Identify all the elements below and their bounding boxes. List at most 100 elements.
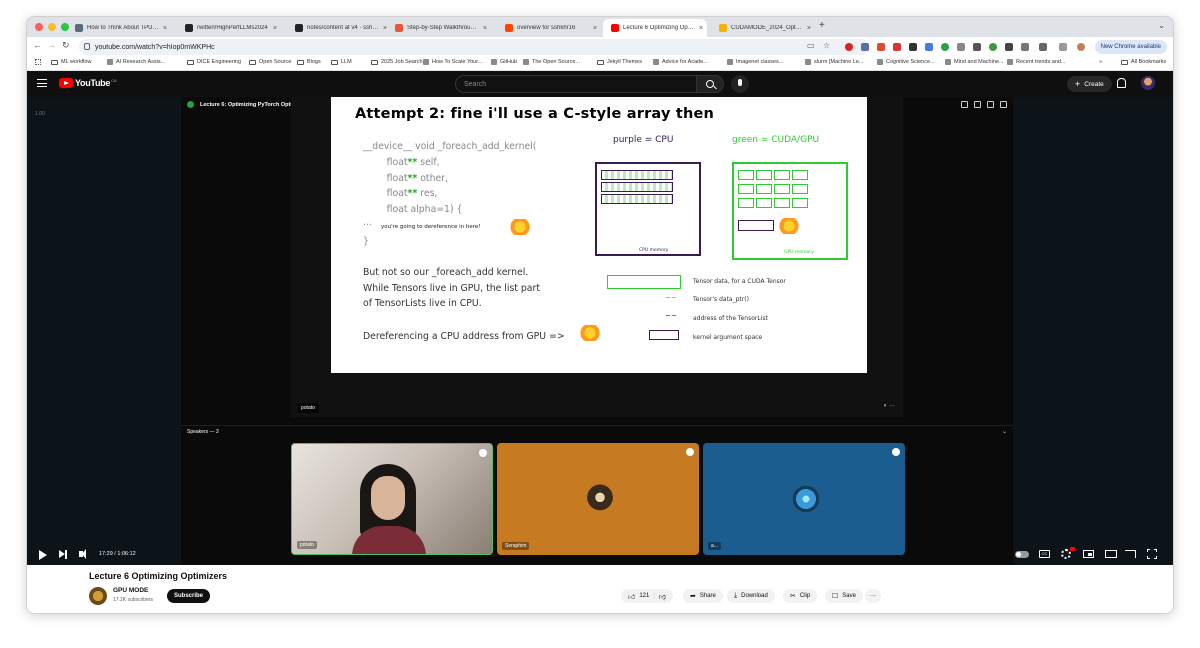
bookmark-folder[interactable]: Open Source — [249, 59, 291, 65]
thumbs-down-icon[interactable]: 👎︎ — [659, 592, 666, 601]
download-button[interactable]: ⤓ Download — [727, 589, 775, 603]
close-tab-icon[interactable]: × — [807, 25, 811, 32]
browser-tab[interactable]: notes/content at v4 · sshkhr × — [287, 19, 391, 37]
bookmark-link[interactable]: Imagenet classes... — [727, 59, 783, 65]
hamburger-menu-icon[interactable] — [37, 79, 47, 87]
settings-gear-icon[interactable] — [1061, 547, 1075, 559]
bookmark-link[interactable]: How To Scale Your... — [423, 59, 482, 65]
bookmark-folder[interactable]: LLM — [331, 59, 352, 65]
extension-icon[interactable] — [909, 43, 917, 51]
media-controls-icon[interactable] — [1059, 43, 1067, 51]
browser-tab[interactable]: CUDAMODE_2024_Optimiz × — [711, 19, 815, 37]
youtube-logo[interactable]: YouTube CA — [59, 78, 117, 88]
extension-icon[interactable] — [1005, 43, 1013, 51]
video-player[interactable]: 1.00 Lecture 6: Optimizing PyTorch Optim… — [27, 97, 1173, 613]
bookmark-link[interactable]: Cognitive Science... — [877, 59, 935, 65]
search-icon[interactable] — [696, 75, 724, 93]
apps-grid-icon[interactable] — [35, 59, 44, 65]
bookmarks-overflow-chevron-icon[interactable]: » — [1099, 59, 1102, 65]
extension-icon[interactable] — [973, 43, 981, 51]
close-tab-icon[interactable]: × — [483, 25, 487, 32]
next-icon[interactable] — [59, 549, 67, 559]
captions-icon[interactable]: CC — [1039, 550, 1050, 558]
extension-icon[interactable] — [925, 43, 933, 51]
bookmark-folder[interactable]: DICE Engineering — [187, 59, 241, 65]
autoplay-toggle[interactable] — [1015, 551, 1029, 558]
new-tab-button[interactable]: + — [819, 20, 825, 31]
extension-icon[interactable] — [893, 43, 901, 51]
share-button[interactable]: ➦ Share — [683, 589, 723, 603]
extension-icon[interactable] — [861, 43, 869, 51]
bookmark-folder[interactable]: Blogs — [297, 59, 321, 65]
extension-icon[interactable] — [957, 43, 965, 51]
participant-tile[interactable]: Seraphim — [497, 443, 699, 555]
like-button[interactable]: 👍︎ 121 | 👎︎ — [621, 589, 674, 603]
browser-tab[interactable]: Lecture 6 Optimizing Optimiz × — [603, 19, 707, 37]
search-input[interactable]: Search — [455, 75, 723, 93]
bookmark-link[interactable]: The Open Source... — [523, 59, 580, 65]
bookmark-link[interactable]: Advice for Acade... — [653, 59, 708, 65]
bookmark-link[interactable]: AI Research Assis... — [107, 59, 165, 65]
close-tab-icon[interactable]: × — [273, 25, 277, 32]
puzzle-extensions-icon[interactable] — [1039, 43, 1047, 51]
cast-icon[interactable] — [1125, 550, 1136, 558]
extension-icon[interactable] — [989, 43, 997, 51]
fullscreen-icon[interactable] — [1147, 549, 1157, 559]
miniplayer-icon[interactable] — [1083, 550, 1094, 558]
participant-tile[interactable]: a... — [703, 443, 905, 555]
extension-icon[interactable] — [845, 43, 853, 51]
tab-search-chevron-icon[interactable]: ⌄ — [1158, 21, 1165, 30]
browser-tab[interactable]: rwitten/HighPerfLLMs2024 × — [177, 19, 281, 37]
all-bookmarks-folder[interactable]: All Bookmarks — [1121, 59, 1166, 65]
bookmark-link[interactable]: GitHub — [491, 59, 517, 65]
bookmark-link[interactable]: Mind and Machine... — [945, 59, 1004, 65]
save-button[interactable]: ☐ Save — [825, 589, 863, 603]
bookmark-folder[interactable]: Jekyll Themes — [597, 59, 642, 65]
close-window-button[interactable] — [35, 23, 43, 31]
bookmark-folder[interactable]: ML workflow — [51, 59, 91, 65]
scissors-icon: ✂ — [790, 593, 796, 600]
play-icon[interactable] — [39, 550, 47, 560]
browser-tab[interactable]: How to Think About TPUs | H × — [67, 19, 171, 37]
browser-tab[interactable]: overview for sshkhr16 × — [497, 19, 601, 37]
close-tab-icon[interactable]: × — [699, 25, 703, 32]
volume-icon[interactable] — [79, 549, 86, 559]
new-chrome-available-button[interactable]: New Chrome available — [1094, 40, 1167, 54]
close-tab-icon[interactable]: × — [163, 25, 167, 32]
bookmark-link[interactable]: Recent trends and... — [1007, 59, 1066, 65]
reload-icon[interactable]: ↻ — [62, 40, 70, 51]
forward-arrow-icon[interactable]: → — [47, 40, 56, 50]
bookmark-folder[interactable]: 2025 Job Search — [371, 59, 423, 65]
speakers-section-header[interactable]: Speakers — 3 ⌄ — [181, 425, 1013, 437]
bookmark-star-icon[interactable]: ☆ — [823, 41, 830, 50]
site-info-icon[interactable] — [84, 43, 90, 50]
account-avatar[interactable] — [1141, 76, 1155, 90]
bookmark-link[interactable]: slurm [Machine Le... — [805, 59, 864, 65]
screenshare-controls[interactable]: ◐ ··· — [884, 403, 895, 409]
minimize-window-button[interactable] — [48, 23, 56, 31]
settings-icon[interactable] — [1000, 101, 1007, 108]
cast-tab-icon[interactable]: ▭ — [807, 41, 815, 50]
channel-avatar[interactable] — [89, 587, 107, 605]
chevron-down-icon[interactable]: ⌄ — [1002, 428, 1007, 435]
inbox-icon[interactable] — [974, 101, 981, 108]
clip-button[interactable]: ✂ Clip — [783, 589, 818, 603]
back-arrow-icon[interactable]: ← — [33, 40, 42, 50]
participant-tile[interactable]: potato — [291, 443, 493, 555]
theater-mode-icon[interactable] — [1105, 550, 1117, 558]
address-bar[interactable]: youtube.com/watch?v=hIop0mWKPHc — [79, 39, 869, 55]
members-icon[interactable] — [987, 101, 994, 108]
voice-search-mic-icon[interactable] — [731, 75, 749, 93]
browser-tab[interactable]: Step-by-Step Walkthrough o × — [387, 19, 491, 37]
create-button[interactable]: + Create — [1067, 76, 1112, 92]
more-actions-button[interactable]: ··· — [865, 589, 881, 603]
close-tab-icon[interactable]: × — [593, 25, 597, 32]
profile-avatar[interactable] — [1077, 43, 1085, 51]
notifications-bell-icon[interactable] — [1117, 78, 1126, 88]
popout-icon[interactable] — [961, 101, 968, 108]
channel-name[interactable]: GPU MODE — [113, 587, 148, 594]
extension-icon[interactable] — [1021, 43, 1029, 51]
subscribe-button[interactable]: Subscribe — [167, 589, 211, 603]
extension-icon[interactable] — [877, 43, 885, 51]
extension-icon[interactable] — [941, 43, 949, 51]
